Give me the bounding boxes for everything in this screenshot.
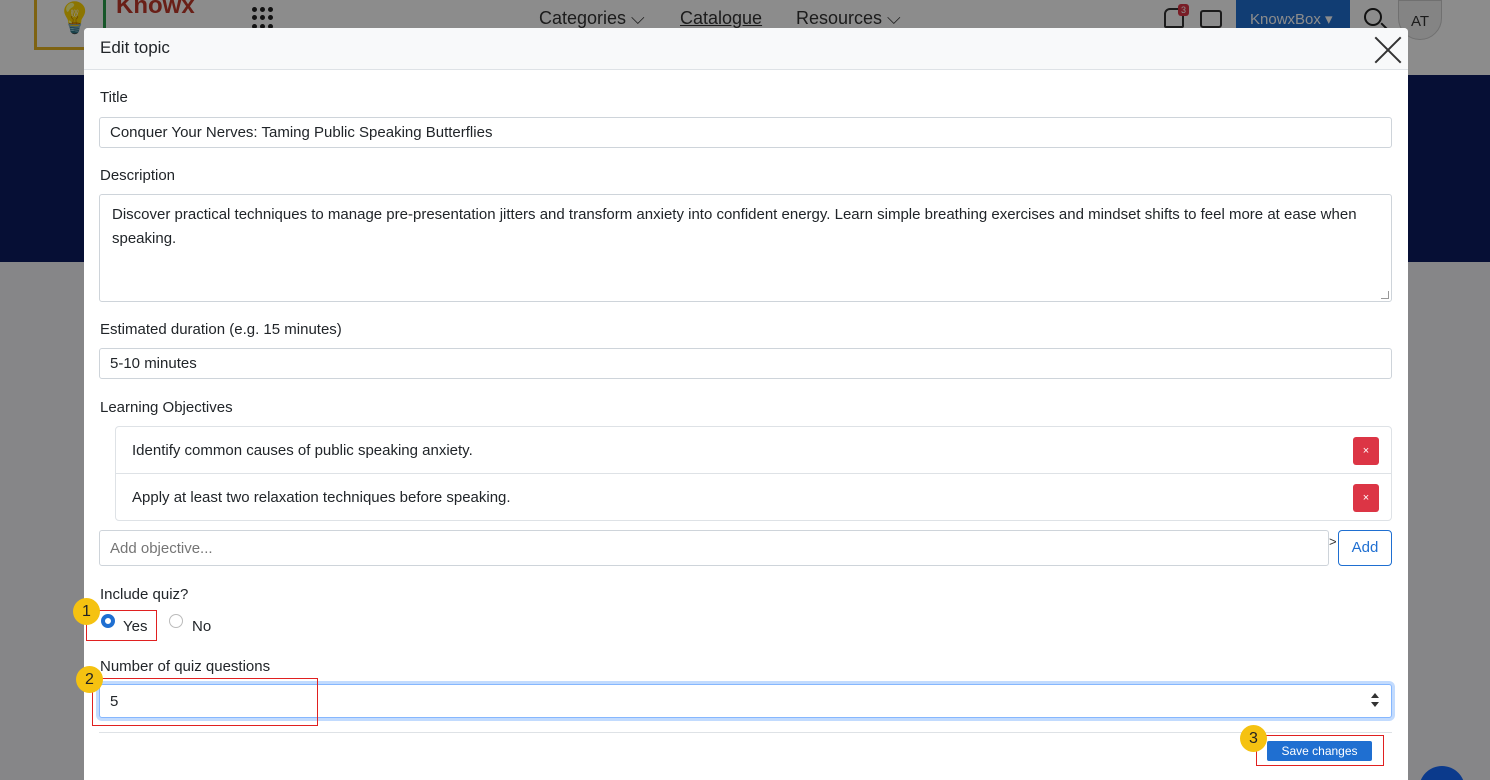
objectives-list: Identify common causes of public speakin…: [115, 426, 1392, 521]
separator-glyph: >: [1329, 534, 1337, 549]
description-label: Description: [100, 167, 176, 184]
step-marker-3: 3: [1240, 725, 1267, 752]
delete-objective-button[interactable]: ×: [1353, 437, 1379, 465]
list-item: Identify common causes of public speakin…: [116, 427, 1391, 474]
description-textarea[interactable]: Discover practical techniques to manage …: [99, 194, 1392, 302]
title-input[interactable]: [99, 117, 1392, 148]
step-marker-1: 1: [73, 598, 100, 625]
add-objective-input[interactable]: [99, 530, 1329, 566]
modal-header: Edit topic: [84, 28, 1408, 70]
edit-topic-modal: Edit topic Title Description Discover pr…: [84, 28, 1408, 780]
chevron-up-icon[interactable]: [1371, 693, 1379, 698]
quiz-no-label[interactable]: No: [192, 618, 211, 635]
delete-objective-button[interactable]: ×: [1353, 484, 1379, 512]
close-icon[interactable]: [1372, 32, 1404, 64]
list-item: Apply at least two relaxation techniques…: [116, 474, 1391, 521]
modal-title: Edit topic: [100, 38, 170, 57]
add-objective-button[interactable]: Add: [1338, 530, 1392, 566]
duration-label: Estimated duration (e.g. 15 minutes): [100, 321, 342, 338]
description-text: Discover practical techniques to manage …: [112, 206, 1357, 247]
quiz-count-label: Number of quiz questions: [100, 658, 271, 675]
chevron-down-icon[interactable]: [1371, 702, 1379, 707]
number-stepper[interactable]: [1370, 693, 1380, 709]
objectives-label: Learning Objectives: [100, 399, 233, 416]
title-label: Title: [100, 89, 128, 106]
modal-footer-divider: [99, 732, 1392, 733]
highlight-box-save: [1256, 735, 1384, 766]
quiz-no-radio[interactable]: [169, 614, 183, 628]
objective-text: Apply at least two relaxation techniques…: [132, 489, 511, 506]
highlight-box-quiz-count: [92, 678, 318, 726]
include-quiz-label: Include quiz?: [100, 586, 189, 603]
duration-input[interactable]: [99, 348, 1392, 379]
step-marker-2: 2: [76, 666, 103, 693]
objective-text: Identify common causes of public speakin…: [132, 442, 473, 459]
resize-handle[interactable]: [1381, 291, 1389, 299]
